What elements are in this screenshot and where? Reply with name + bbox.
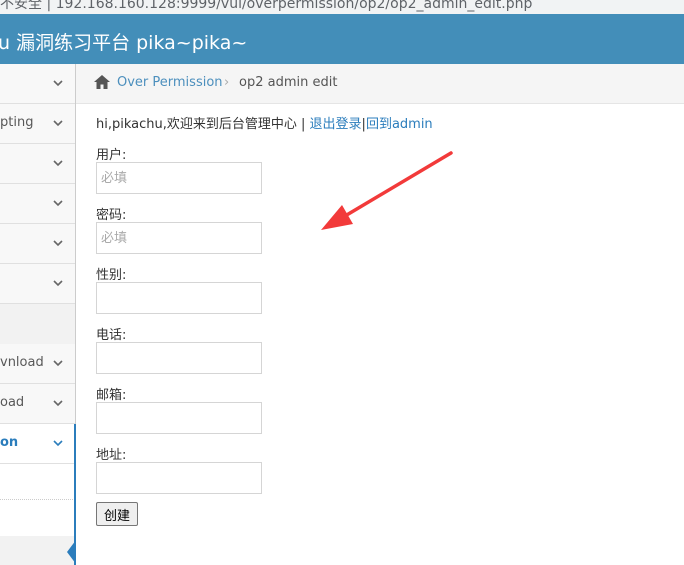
- breadcrumb-separator: ›: [224, 75, 230, 90]
- sidebar-item-4[interactable]: [0, 224, 75, 264]
- chevron-down-icon: [53, 240, 63, 247]
- sidebar-item-label: vnload: [0, 355, 44, 370]
- password-label: 密码:: [96, 208, 127, 223]
- sidebar-submenu: [0, 464, 75, 536]
- browser-address-bar[interactable]: 不安全 | 192.168.160.128:9999/vul/overpermi…: [0, 0, 684, 14]
- active-item-pointer: [67, 540, 76, 564]
- sidebar-item-label: on: [0, 435, 19, 450]
- welcome-line: hi,pikachu,欢迎来到后台管理中心 | 退出登录|回到admin: [96, 113, 433, 132]
- sidebar-item-5[interactable]: [0, 264, 75, 304]
- phone-label: 电话:: [96, 328, 127, 343]
- email-label: 邮箱:: [96, 388, 127, 403]
- sidebar-item-over-permission[interactable]: on: [0, 424, 75, 464]
- sidebar-item-1[interactable]: pting: [0, 104, 75, 144]
- chevron-down-icon: [53, 80, 63, 87]
- breadcrumb-current: op2 admin edit: [239, 75, 338, 90]
- breadcrumb: Over Permission › op2 admin edit: [76, 64, 684, 104]
- logout-link[interactable]: 退出登录: [310, 117, 362, 132]
- chevron-down-icon: [53, 120, 63, 127]
- chevron-down-icon: [53, 160, 63, 167]
- email-input[interactable]: [96, 402, 262, 434]
- submenu-divider: [0, 499, 75, 500]
- phone-input[interactable]: [96, 342, 262, 374]
- home-icon: [94, 75, 110, 89]
- top-navbar: u 漏洞练习平台 pika~pika~: [0, 14, 684, 64]
- password-input[interactable]: [96, 222, 262, 254]
- username-label: 用户:: [96, 148, 127, 163]
- welcome-text: hi,pikachu,欢迎来到后台管理中心 |: [96, 117, 310, 132]
- create-button[interactable]: 创建: [96, 502, 138, 526]
- address-input[interactable]: [96, 462, 262, 494]
- breadcrumb-parent-link[interactable]: Over Permission: [117, 75, 223, 90]
- chevron-down-icon: [53, 280, 63, 287]
- sidebar-item-6[interactable]: vnload: [0, 344, 75, 384]
- chevron-down-icon: [53, 440, 63, 447]
- back-to-admin-link[interactable]: 回到admin: [366, 117, 433, 132]
- url-text: 不安全 | 192.168.160.128:9999/vul/overpermi…: [0, 0, 533, 12]
- sidebar-item-2[interactable]: [0, 144, 75, 184]
- chevron-down-icon: [53, 200, 63, 207]
- address-label: 地址:: [96, 448, 127, 463]
- brand-title[interactable]: u 漏洞练习平台 pika~pika~: [0, 28, 247, 55]
- sex-input[interactable]: [96, 282, 262, 314]
- sidebar-item-3[interactable]: [0, 184, 75, 224]
- sidebar-item-7[interactable]: oad: [0, 384, 75, 424]
- sidebar-item-label: oad: [0, 395, 25, 410]
- username-input[interactable]: [96, 162, 262, 194]
- chevron-down-icon: [53, 400, 63, 407]
- sex-label: 性别:: [96, 268, 127, 283]
- sidebar-item-label: pting: [0, 115, 34, 130]
- annotation-arrow: [321, 151, 453, 230]
- sidebar-item-0[interactable]: [0, 64, 75, 104]
- chevron-down-icon: [53, 360, 63, 367]
